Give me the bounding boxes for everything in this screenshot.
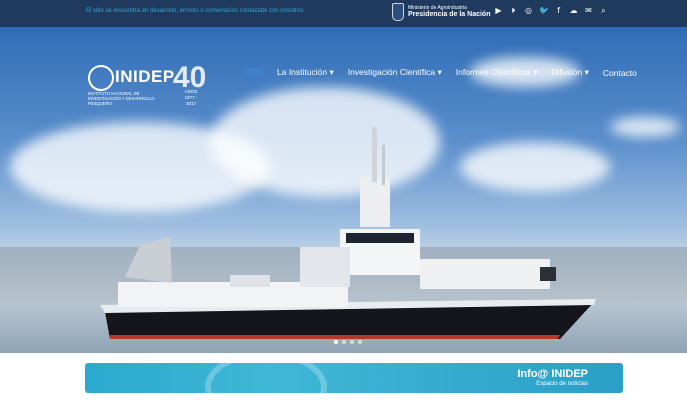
nav-item-difusion[interactable]: Difusión ▾: [552, 67, 589, 78]
banner-subtitle: Espacio de noticias: [536, 381, 588, 387]
slider-dot[interactable]: [342, 340, 346, 344]
main-nav: La Institución ▾ Investigación Científic…: [243, 67, 651, 78]
government-logo[interactable]: Ministerio de Agroindustria Presidencia …: [392, 3, 490, 21]
instagram-icon[interactable]: ◎: [524, 6, 533, 15]
nav-item-institucion[interactable]: La Institución ▾: [277, 67, 334, 78]
nav-item-home[interactable]: [243, 68, 263, 77]
slider-dot[interactable]: [350, 340, 354, 344]
nav-item-investigacion[interactable]: Investigación Científica ▾: [348, 67, 442, 78]
anniversary-badge: 40 AÑOS 1977 - 2017: [173, 61, 209, 106]
logo-subtitle: INSTITUTO NACIONAL DE INVESTIGACIÓN Y DE…: [88, 91, 155, 107]
banner-title: Info@ INIDEP: [517, 368, 588, 380]
anniversary-years: 1977 - 2017: [184, 94, 198, 106]
nav-item-informes[interactable]: Informes Científicos ▾: [456, 67, 538, 78]
logo-name: INIDEP: [115, 67, 175, 86]
anniversary-text: AÑOS 1977 - 2017: [179, 89, 203, 107]
magnifier-graphic: [205, 363, 327, 393]
site-notice: El sitio se encuentra en desarrollo, err…: [86, 8, 304, 14]
argentina-shield-icon: [392, 3, 404, 21]
slider-dot[interactable]: [334, 340, 338, 344]
ship-superstructure: [118, 127, 556, 307]
hero-slider[interactable]: INIDEP INSTITUTO NACIONAL DE INVESTIGACI…: [0, 27, 687, 353]
youtube-icon[interactable]: ▶: [494, 6, 503, 15]
news-banner[interactable]: Info@ INIDEP Espacio de noticias: [85, 363, 623, 393]
slider-dots: [334, 340, 362, 344]
mail-icon[interactable]: ✉: [584, 6, 593, 15]
inidep-logo-mark-icon: [88, 65, 114, 91]
soundcloud-icon[interactable]: ☁: [569, 6, 578, 15]
twitter-icon[interactable]: 🐦: [539, 6, 549, 15]
social-links: ▶ ⏵ ◎ 🐦 f ☁ ✉ ⌕: [494, 6, 608, 15]
presidency-label: Presidencia de la Nación: [408, 10, 491, 18]
nav-item-contacto[interactable]: Contacto: [603, 68, 637, 78]
top-bar: El sitio se encuentra en desarrollo, err…: [0, 0, 687, 27]
facebook-icon[interactable]: f: [554, 6, 563, 15]
slider-dot[interactable]: [358, 340, 362, 344]
play-icon[interactable]: ⏵: [509, 6, 518, 15]
anniversary-label: AÑOS: [184, 89, 198, 94]
search-icon[interactable]: ⌕: [599, 6, 608, 15]
